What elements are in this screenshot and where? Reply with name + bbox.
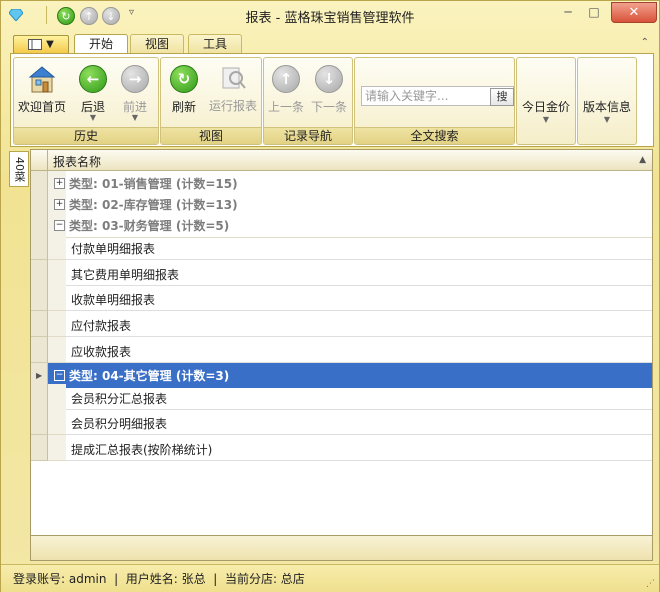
chevron-down-icon: ▼	[542, 115, 550, 124]
item-indent	[48, 434, 66, 461]
header-indicator	[31, 150, 48, 170]
report-name-cell[interactable]	[66, 337, 652, 363]
chevron-down-icon: ▼	[603, 115, 611, 124]
version-info-button[interactable]: 版本信息 ▼	[577, 57, 637, 145]
item-indent	[48, 409, 66, 436]
item-indent	[48, 311, 66, 338]
search-input[interactable]: 请输入关键字... 搜	[361, 86, 514, 106]
search-placeholder: 请输入关键字...	[365, 89, 449, 103]
search-button[interactable]: 搜	[490, 88, 514, 106]
tab-view[interactable]: 视图	[130, 34, 185, 54]
forward-button[interactable]: → 前进 ▼	[114, 62, 156, 124]
group-record-nav: ↑ 上一条 ↓ 下一条 记录导航	[263, 57, 353, 145]
report-name: 收款单明细报表	[71, 293, 156, 308]
up-icon: ↑	[272, 65, 300, 93]
main-window: ↻ ↑ ↓ ▿ 报表 - 蓝格珠宝销售管理软件 ─ □ ✕ ▼ 开始 视图 工具…	[0, 0, 660, 592]
report-name: 付款单明细报表	[71, 242, 156, 256]
row-indicator[interactable]	[31, 234, 48, 260]
group-history-label: 历史	[14, 127, 158, 144]
refresh-button[interactable]: ↻ 刷新	[163, 62, 205, 124]
previous-record-button[interactable]: ↑ 上一条	[265, 62, 307, 124]
table-row[interactable]: 应收款报表	[31, 336, 652, 363]
sort-ascending-icon: ▲	[639, 155, 646, 165]
table-row[interactable]: 其它费用单明细报表	[31, 259, 652, 286]
forward-icon: →	[121, 65, 149, 93]
item-indent	[48, 285, 66, 312]
tab-home[interactable]: 开始	[74, 34, 129, 54]
collapse-icon[interactable]: −	[54, 369, 65, 381]
today-gold-price-button[interactable]: 今日金价 ▼	[516, 57, 576, 145]
row-indicator[interactable]	[31, 259, 48, 286]
row-indicator[interactable]	[31, 336, 48, 363]
group-view: ↻ 刷新 运行报表 视图	[160, 57, 262, 145]
back-icon: ←	[79, 65, 107, 93]
group-label: 类型: 02-库存管理 (计数=13)	[69, 198, 238, 212]
table-row[interactable]: 会员积分明细报表	[31, 409, 652, 436]
report-name-cell[interactable]	[66, 311, 652, 338]
group-record-nav-label: 记录导航	[264, 127, 352, 144]
current-row-pointer-icon: ▶	[36, 370, 43, 380]
report-grid: 报表名称 ▲ + 类型: 01-销售管理 (计数=15) + 类型: 02-库存管理 …	[30, 149, 653, 561]
app-menu-icon	[28, 39, 43, 50]
report-name: 会员积分明细报表	[71, 417, 168, 432]
next-record-button[interactable]: ↓ 下一条	[308, 62, 350, 124]
application-menu-button[interactable]: ▼	[13, 35, 69, 54]
report-name: 其它费用单明细报表	[71, 267, 180, 282]
status-user: 用户姓名: 张总	[125, 572, 206, 586]
column-header-report-name[interactable]: 报表名称	[53, 153, 101, 170]
back-button[interactable]: ← 后退 ▼	[72, 62, 114, 124]
group-fulltext-search: 请输入关键字... 搜 全文搜索	[354, 57, 515, 145]
table-row[interactable]: 收款单明细报表	[31, 285, 652, 312]
group-label: 类型: 04-其它管理 (计数=3)	[69, 368, 230, 383]
welcome-home-button[interactable]: 欢迎首页	[16, 62, 68, 124]
row-indicator[interactable]	[31, 285, 48, 312]
table-row[interactable]: 应付款报表	[31, 311, 652, 338]
item-indent	[48, 383, 66, 410]
group-view-label: 视图	[161, 127, 261, 144]
row-indicator[interactable]	[31, 434, 48, 461]
grid-footer	[31, 535, 652, 560]
chevron-down-icon: ▼	[89, 113, 97, 122]
table-row[interactable]: 付款单明细报表	[31, 234, 652, 260]
item-indent	[48, 259, 66, 286]
close-button[interactable]: ✕	[611, 2, 657, 23]
resize-grip-icon[interactable]: ⋰	[646, 579, 655, 589]
side-tab[interactable]: 40菜	[9, 151, 29, 187]
expand-icon[interactable]: +	[54, 178, 65, 189]
group-label: 类型: 03-财务管理 (计数=5)	[69, 219, 230, 233]
group-search-label: 全文搜索	[355, 127, 514, 144]
group-label: 类型: 01-销售管理 (计数=15)	[69, 177, 238, 191]
run-report-button[interactable]: 运行报表	[207, 62, 259, 124]
report-name: 应收款报表	[71, 344, 132, 359]
item-indent	[48, 234, 66, 260]
run-report-icon	[222, 67, 246, 89]
row-indicator[interactable]	[31, 311, 48, 338]
collapse-ribbon-icon[interactable]: ⌃	[641, 37, 649, 48]
report-name: 应付款报表	[71, 319, 132, 334]
report-name: 会员积分汇总报表	[71, 391, 168, 406]
table-row[interactable]: 提成汇总报表(按阶梯统计)	[31, 434, 652, 461]
item-indent	[48, 336, 66, 363]
row-indicator[interactable]	[31, 409, 48, 436]
status-store: 当前分店: 总店	[224, 572, 305, 586]
report-name: 提成汇总报表(按阶梯统计)	[71, 442, 213, 457]
group-history: 欢迎首页 ← 后退 ▼ → 前进 ▼ 历史	[13, 57, 159, 145]
chevron-down-icon: ▼	[131, 113, 139, 122]
grid-header: 报表名称 ▲	[31, 150, 652, 171]
status-text: 登录账号: admin | 用户姓名: 张总 | 当前分店: 总店	[13, 572, 305, 586]
collapse-icon[interactable]: −	[54, 220, 65, 231]
table-row[interactable]: 会员积分汇总报表	[31, 383, 652, 410]
down-icon: ↓	[315, 65, 343, 93]
status-account: 登录账号: admin	[13, 572, 107, 586]
home-icon	[28, 66, 56, 93]
title-bar: ↻ ↑ ↓ ▿ 报表 - 蓝格珠宝销售管理软件 ─ □ ✕	[1, 1, 659, 29]
tab-tools[interactable]: 工具	[188, 34, 243, 54]
refresh-icon: ↻	[170, 65, 198, 93]
row-indicator[interactable]	[31, 383, 48, 410]
status-bar: 登录账号: admin | 用户姓名: 张总 | 当前分店: 总店 ⋰	[1, 564, 659, 592]
chevron-down-icon: ▼	[46, 39, 54, 50]
maximize-button[interactable]: □	[577, 2, 611, 21]
ribbon: 欢迎首页 ← 后退 ▼ → 前进 ▼ 历史 ↻ 刷新 运行报表 视图 ↑ 上一条…	[10, 53, 654, 147]
expand-icon[interactable]: +	[54, 199, 65, 210]
